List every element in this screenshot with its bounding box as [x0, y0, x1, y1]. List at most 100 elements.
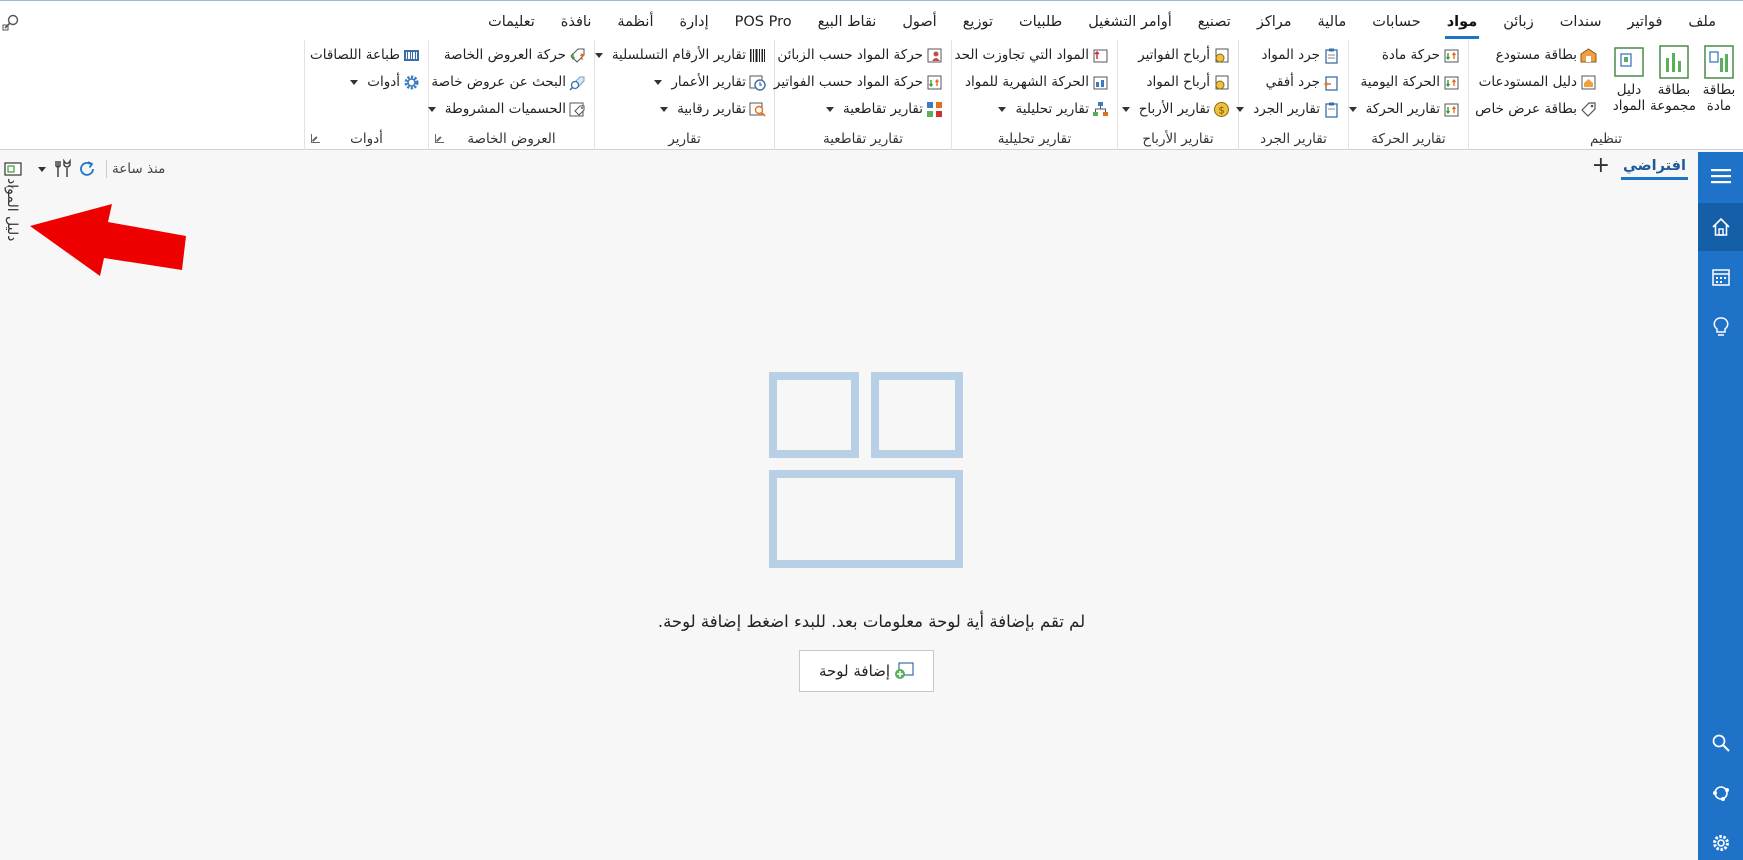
warehouses-guide-button[interactable]: دليل المستودعات: [1479, 71, 1597, 93]
invoice-profits-button[interactable]: أرباح الفواتير: [1138, 44, 1230, 66]
profit-reports-dropdown[interactable]: $ تقارير الأرباح: [1121, 98, 1230, 120]
items-guide-button[interactable]: دليل المواد: [1607, 44, 1651, 114]
menu-admin[interactable]: إدارة: [667, 9, 722, 37]
by-invoices-button[interactable]: حركة المواد حسب الفواتير: [774, 71, 943, 93]
by-customers-button[interactable]: حركة المواد حسب الزبائن: [777, 44, 943, 66]
main-menu: ملف فواتير سندات زبائن مواد حسابات مالية…: [475, 9, 1729, 39]
group-cross-label: تقارير تقاطعية: [823, 131, 903, 147]
support-button[interactable]: [1698, 769, 1743, 817]
last-refresh-text: منذ ساعة: [112, 161, 166, 177]
tools-dropdown[interactable]: أدوات: [350, 71, 420, 93]
movement-reports-icon: [1444, 103, 1459, 116]
group-offers: حركة العروض الخاصة البحث عن عروض خاصة ال…: [427, 40, 594, 150]
invoice-profits-icon: [1215, 48, 1229, 62]
chevron-down-icon: [1348, 106, 1357, 112]
menu-pos-pro[interactable]: POS Pro: [722, 9, 805, 37]
item-profits-button[interactable]: أرباح المواد: [1146, 71, 1230, 93]
chevron-down-icon: [427, 106, 436, 112]
group-card-button[interactable]: بطاقة مجموعة: [1650, 44, 1696, 114]
calendar-icon: [1711, 269, 1730, 286]
by-invoices-label: حركة المواد حسب الفواتير: [773, 74, 923, 90]
monthly-movement-button[interactable]: الحركة الشهرية للمواد: [965, 71, 1109, 93]
ages-reports-dropdown[interactable]: تقارير الأعمار: [654, 71, 766, 93]
chevron-down-icon: [654, 79, 663, 85]
inventory-reports-dropdown[interactable]: تقارير الجرد: [1236, 98, 1340, 120]
cross-reports-dropdown[interactable]: تقارير تقاطعية: [826, 98, 943, 120]
analytic-reports-dropdown[interactable]: تقارير تحليلية: [998, 98, 1109, 120]
menu-window[interactable]: نافذة: [548, 9, 605, 37]
right-sidebar: [1698, 152, 1743, 860]
search-button[interactable]: [1698, 719, 1743, 767]
group-reports: تقارير الأرقام التسلسلية تقارير الأعمار …: [594, 40, 774, 150]
item-movement-button[interactable]: حركة مادة: [1382, 44, 1460, 66]
over-limit-button[interactable]: المواد التي تجاوزت الحد: [955, 44, 1109, 66]
add-panel-button[interactable]: إضافة لوحة: [799, 650, 934, 692]
special-offer-card-label: بطاقة عرض خاص: [1475, 101, 1577, 117]
chevron-down-icon[interactable]: [38, 167, 46, 172]
barcode-icon: [750, 48, 765, 62]
items-guide-side-panel[interactable]: دليل المواد: [0, 156, 26, 266]
menu-work-orders[interactable]: أوامر التشغيل: [1075, 9, 1185, 37]
menu-centers[interactable]: مراكز: [1244, 9, 1305, 37]
ribbon: بطاقة مادة بطاقة مجموعة دليل المواد بطاق…: [0, 40, 1743, 191]
menu-systems[interactable]: أنظمة: [604, 9, 666, 37]
menu-distribution[interactable]: توزيع: [950, 9, 1006, 37]
monthly-movement-icon: [1093, 76, 1108, 89]
items-inventory-button[interactable]: جرد المواد: [1261, 44, 1340, 66]
warehouse-card-button[interactable]: بطاقة مستودع: [1496, 44, 1597, 66]
chevron-down-icon: [826, 106, 834, 112]
menu-items[interactable]: مواد: [1434, 9, 1490, 39]
empty-dashboard-message: لم تقم بإضافة أية لوحة معلومات بعد. للبد…: [657, 612, 1086, 631]
menu-assets[interactable]: أصول: [889, 9, 949, 37]
daily-movement-button[interactable]: الحركة اليومية: [1361, 71, 1460, 93]
home-button[interactable]: [1698, 203, 1743, 251]
hamburger-icon: [1710, 169, 1731, 184]
special-offer-card-button[interactable]: بطاقة عرض خاص: [1475, 98, 1597, 120]
print-labels-button[interactable]: طباعة اللصاقات: [310, 44, 420, 66]
menu-orders[interactable]: طلبيات: [1006, 9, 1075, 37]
control-reports-dropdown[interactable]: تقارير رقابية: [660, 98, 766, 120]
hamburger-menu-button[interactable]: [1698, 152, 1743, 200]
group-card-icon: [1659, 45, 1689, 79]
item-card-icon: [1704, 45, 1734, 79]
group-profits: أرباح الفواتير أرباح المواد $ تقارير الأ…: [1117, 40, 1238, 150]
group-analytic: المواد التي تجاوزت الحد الحركة الشهرية ل…: [951, 40, 1117, 150]
add-tab-button[interactable]: +: [1592, 155, 1610, 177]
items-guide-label: دليل المواد: [1612, 82, 1646, 114]
menu-manufacturing[interactable]: تصنيع: [1185, 9, 1244, 37]
item-movement-label: حركة مادة: [1381, 47, 1440, 63]
lightbulb-icon: [1713, 317, 1728, 336]
offers-movement-button[interactable]: حركة العروض الخاصة: [444, 44, 586, 66]
item-card-button[interactable]: بطاقة مادة: [1697, 44, 1741, 114]
quick-search-icon[interactable]: [2, 13, 20, 31]
refresh-icon[interactable]: [77, 159, 97, 179]
add-panel-icon: [895, 662, 914, 679]
item-card-label: بطاقة مادة: [1702, 82, 1736, 114]
hierarchy-icon: [1093, 101, 1108, 116]
search-offers-button[interactable]: البحث عن عروض خاصة: [431, 71, 586, 93]
menu-invoices[interactable]: فواتير: [1615, 9, 1676, 37]
cross-reports-label: تقارير تقاطعية: [843, 101, 923, 117]
settings-button[interactable]: [1698, 819, 1743, 860]
tab-default[interactable]: افتراضي: [1620, 158, 1688, 180]
menu-customers[interactable]: زبائن: [1490, 9, 1547, 37]
group-inventory: جرد المواد جرد أفقي تقارير الجرد تقارير …: [1236, 40, 1348, 150]
items-inventory-label: جرد المواد: [1261, 47, 1320, 63]
analytic-reports-label: تقارير تحليلية: [1015, 101, 1089, 117]
menu-file[interactable]: ملف: [1675, 9, 1729, 37]
menu-accounts[interactable]: حسابات: [1359, 9, 1433, 37]
menu-vouchers[interactable]: سندات: [1547, 9, 1615, 37]
menu-pos[interactable]: نقاط البيع: [805, 9, 890, 37]
calendar-button[interactable]: [1698, 253, 1743, 301]
tips-button[interactable]: [1698, 303, 1743, 351]
tools-icon[interactable]: [53, 159, 73, 179]
menu-finance[interactable]: مالية: [1305, 9, 1360, 37]
conditional-discounts-dropdown[interactable]: الحسميات المشروطة: [427, 98, 586, 120]
offers-movement-icon: [570, 48, 585, 63]
movement-reports-dropdown[interactable]: تقارير الحركة: [1348, 98, 1460, 120]
horizontal-inventory-button[interactable]: جرد أفقي: [1266, 71, 1340, 93]
serials-reports-button[interactable]: تقارير الأرقام التسلسلية: [594, 44, 766, 66]
dashboard-tabs-row: افتراضي + منذ ساعة: [0, 152, 1698, 186]
menu-help[interactable]: تعليمات: [475, 9, 548, 37]
grid-blocks-icon: [927, 101, 942, 117]
